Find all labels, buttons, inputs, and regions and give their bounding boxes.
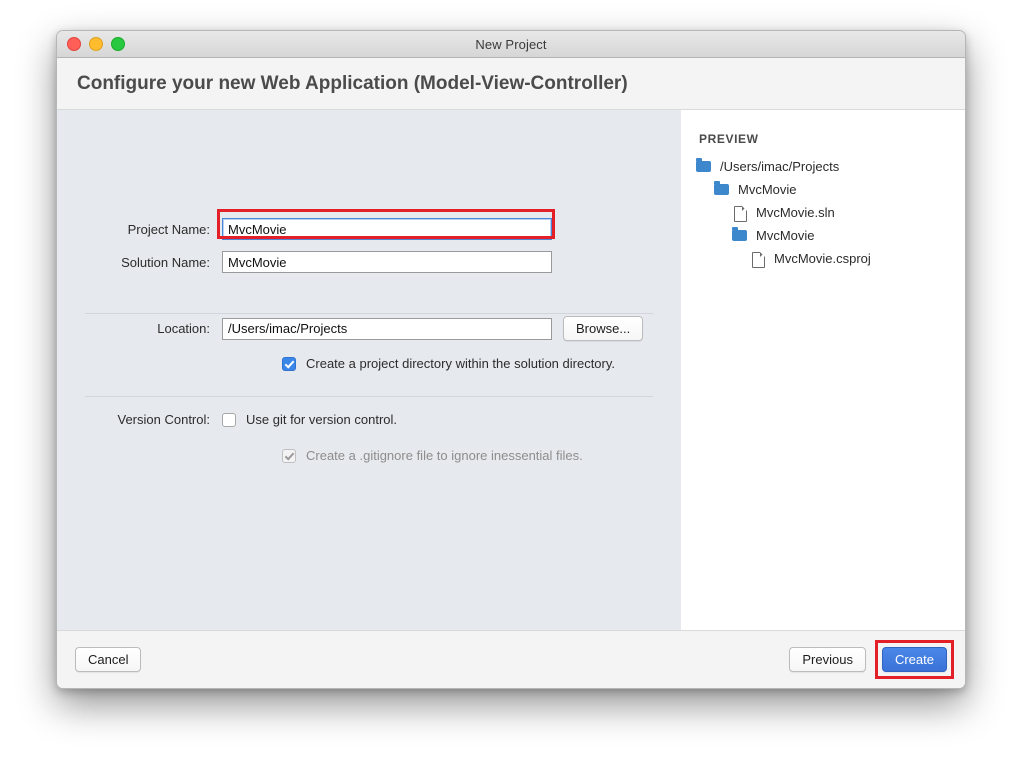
cancel-button[interactable]: Cancel [75,647,141,672]
new-project-dialog-window: New Project Configure your new Web Appli… [56,30,966,689]
folder-icon-shape [696,161,711,172]
folder-icon [695,159,715,175]
folder-icon [713,182,733,198]
divider-top [85,313,653,314]
gitignore-label: Create a .gitignore file to ignore iness… [306,448,583,463]
file-icon-shape [734,206,747,222]
preview-tree-item[interactable]: MvcMovie.sln [695,201,965,224]
preview-tree: /Users/imac/Projects MvcMovie MvcMovie.sln… [695,155,965,270]
preview-tree-item-label: MvcMovie [756,228,815,243]
gitignore-checkbox-row: Create a .gitignore file to ignore iness… [282,448,583,463]
file-icon-shape [752,252,765,268]
create-button[interactable]: Create [882,647,947,672]
dialog-footer: Cancel Previous Create [57,630,965,688]
preview-tree-item[interactable]: MvcMovie.csproj [695,247,965,270]
minimize-button[interactable] [89,37,103,51]
maximize-button[interactable] [111,37,125,51]
close-button[interactable] [67,37,81,51]
preview-tree-item[interactable]: MvcMovie [695,178,965,201]
gitignore-checkbox [282,449,296,463]
preview-tree-item[interactable]: MvcMovie [695,224,965,247]
use-git-label: Use git for version control. [246,412,397,427]
preview-tree-item-label: MvcMovie.csproj [774,251,871,266]
version-control-row: Version Control: Use git for version con… [57,412,397,427]
create-button-wrapper: Create [882,647,947,672]
window-controls [67,37,125,51]
preview-title: PREVIEW [695,132,965,146]
browse-button[interactable]: Browse... [563,316,643,341]
location-label: Location: [57,321,222,336]
location-row: Location: Browse... [57,316,643,341]
preview-tree-item[interactable]: /Users/imac/Projects [695,155,965,178]
project-name-input[interactable] [222,218,552,240]
file-icon [731,205,751,221]
folder-icon-shape [732,230,747,241]
preview-tree-item-label: MvcMovie.sln [756,205,835,220]
dialog-body: Project Name: Solution Name: Location: B… [57,110,965,630]
file-icon [749,251,769,267]
window-title: New Project [57,37,965,52]
page-title: Configure your new Web Application (Mode… [77,73,628,95]
use-git-checkbox-row[interactable]: Use git for version control. [222,412,397,427]
solution-name-input[interactable] [222,251,552,273]
create-project-directory-label: Create a project directory within the so… [306,356,615,371]
solution-name-label: Solution Name: [57,255,222,270]
preview-pane: PREVIEW /Users/imac/Projects MvcMovie MvcM… [681,110,965,630]
project-name-label: Project Name: [57,222,222,237]
divider-bottom [85,396,653,397]
title-bar: New Project [57,31,965,58]
use-git-checkbox[interactable] [222,413,236,427]
folder-icon [731,228,751,244]
create-project-directory-checkbox[interactable] [282,357,296,371]
solution-name-row: Solution Name: [57,251,552,273]
create-project-directory-checkbox-row[interactable]: Create a project directory within the so… [282,356,615,371]
preview-tree-item-label: MvcMovie [738,182,797,197]
location-input[interactable] [222,318,552,340]
folder-icon-shape [714,184,729,195]
previous-button[interactable]: Previous [789,647,866,672]
version-control-label: Version Control: [57,412,222,427]
dialog-header: Configure your new Web Application (Mode… [57,58,965,110]
project-name-row: Project Name: [57,218,552,240]
form-pane: Project Name: Solution Name: Location: B… [57,110,681,630]
preview-tree-item-label: /Users/imac/Projects [720,159,839,174]
